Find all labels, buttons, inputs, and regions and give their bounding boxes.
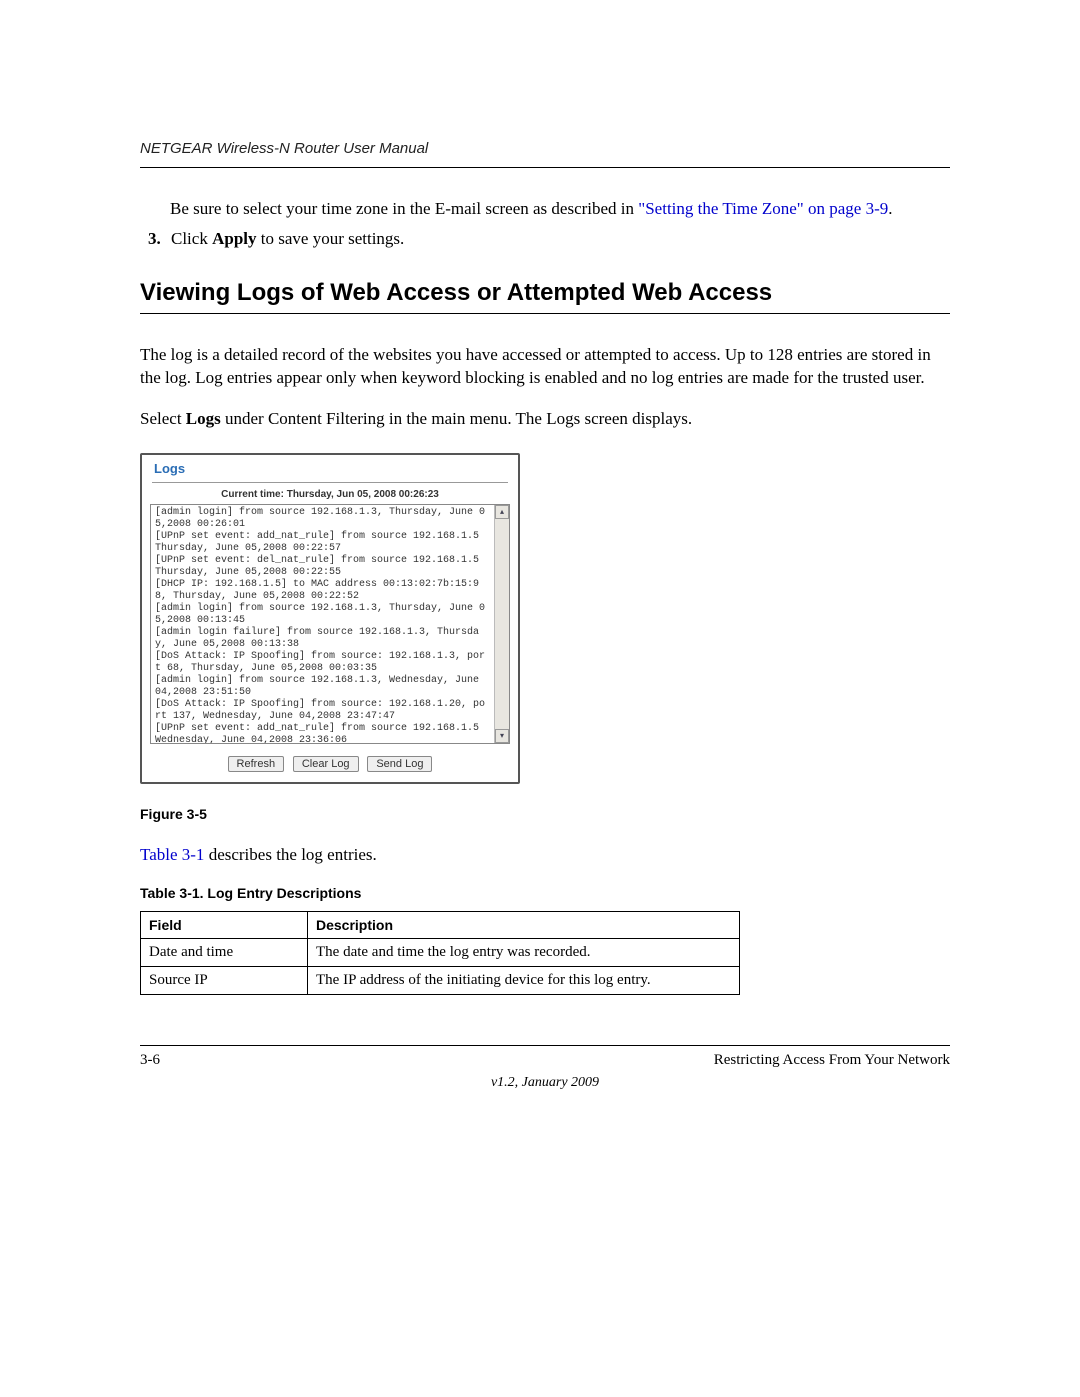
step-text-after: to save your settings. bbox=[257, 229, 405, 248]
para2-before: Select bbox=[140, 409, 186, 428]
apply-word: Apply bbox=[212, 229, 256, 248]
footer-section-title: Restricting Access From Your Network bbox=[714, 1052, 950, 1069]
cell-field: Date and time bbox=[141, 938, 308, 966]
paragraph-2: Select Logs under Content Filtering in t… bbox=[140, 408, 950, 431]
scroll-up-icon[interactable]: ▴ bbox=[495, 505, 509, 519]
setting-time-zone-link[interactable]: "Setting the Time Zone" on page 3-9 bbox=[638, 199, 888, 218]
scroll-down-icon[interactable]: ▾ bbox=[495, 729, 509, 743]
footer-page-number: 3-6 bbox=[140, 1052, 160, 1069]
table-row: Source IP The IP address of the initiati… bbox=[141, 966, 740, 994]
tz-paragraph: Be sure to select your time zone in the … bbox=[170, 198, 950, 221]
logs-screenshot: Logs Current time: Thursday, Jun 05, 200… bbox=[140, 453, 520, 784]
table-title: Table 3-1. Log Entry Descriptions bbox=[140, 885, 950, 901]
cell-description: The IP address of the initiating device … bbox=[308, 966, 740, 994]
figure-caption: Figure 3-5 bbox=[140, 806, 950, 822]
footer-rule bbox=[140, 1045, 950, 1046]
step-3: 3. Click Apply to save your settings. bbox=[148, 229, 950, 249]
logs-word: Logs bbox=[186, 409, 221, 428]
footer-version: v1.2, January 2009 bbox=[140, 1075, 950, 1091]
page-footer: 3-6 Restricting Access From Your Network… bbox=[140, 1045, 950, 1091]
table-intro-after: describes the log entries. bbox=[204, 845, 376, 864]
para2-after: under Content Filtering in the main menu… bbox=[221, 409, 692, 428]
log-scrollbar[interactable]: ▴ ▾ bbox=[494, 505, 509, 743]
table-row: Date and time The date and time the log … bbox=[141, 938, 740, 966]
log-text: [admin login] from source 192.168.1.3, T… bbox=[151, 505, 494, 743]
tz-text-before: Be sure to select your time zone in the … bbox=[170, 199, 638, 218]
refresh-button[interactable]: Refresh bbox=[228, 756, 285, 772]
table-reference-link[interactable]: Table 3-1 bbox=[140, 845, 204, 864]
th-description: Description bbox=[308, 911, 740, 938]
tz-text-after: . bbox=[888, 199, 892, 218]
clear-log-button[interactable]: Clear Log bbox=[293, 756, 359, 772]
cell-field: Source IP bbox=[141, 966, 308, 994]
th-field: Field bbox=[141, 911, 308, 938]
current-time-label: Current time: Thursday, Jun 05, 2008 00:… bbox=[142, 487, 518, 504]
section-heading: Viewing Logs of Web Access or Attempted … bbox=[140, 279, 950, 307]
running-header: NETGEAR Wireless-N Router User Manual bbox=[140, 140, 950, 168]
log-entry-table: Field Description Date and time The date… bbox=[140, 911, 740, 995]
logs-button-row: Refresh Clear Log Send Log bbox=[142, 756, 518, 772]
section-rule bbox=[140, 313, 950, 314]
logs-panel-title: Logs bbox=[142, 455, 518, 480]
table-intro: Table 3-1 describes the log entries. bbox=[140, 844, 950, 867]
step-number: 3. bbox=[148, 229, 161, 248]
send-log-button[interactable]: Send Log bbox=[367, 756, 432, 772]
table-header-row: Field Description bbox=[141, 911, 740, 938]
log-area: [admin login] from source 192.168.1.3, T… bbox=[150, 504, 510, 744]
paragraph-1: The log is a detailed record of the webs… bbox=[140, 344, 950, 390]
step-text-before: Click bbox=[171, 229, 212, 248]
cell-description: The date and time the log entry was reco… bbox=[308, 938, 740, 966]
logs-title-rule bbox=[152, 482, 508, 483]
